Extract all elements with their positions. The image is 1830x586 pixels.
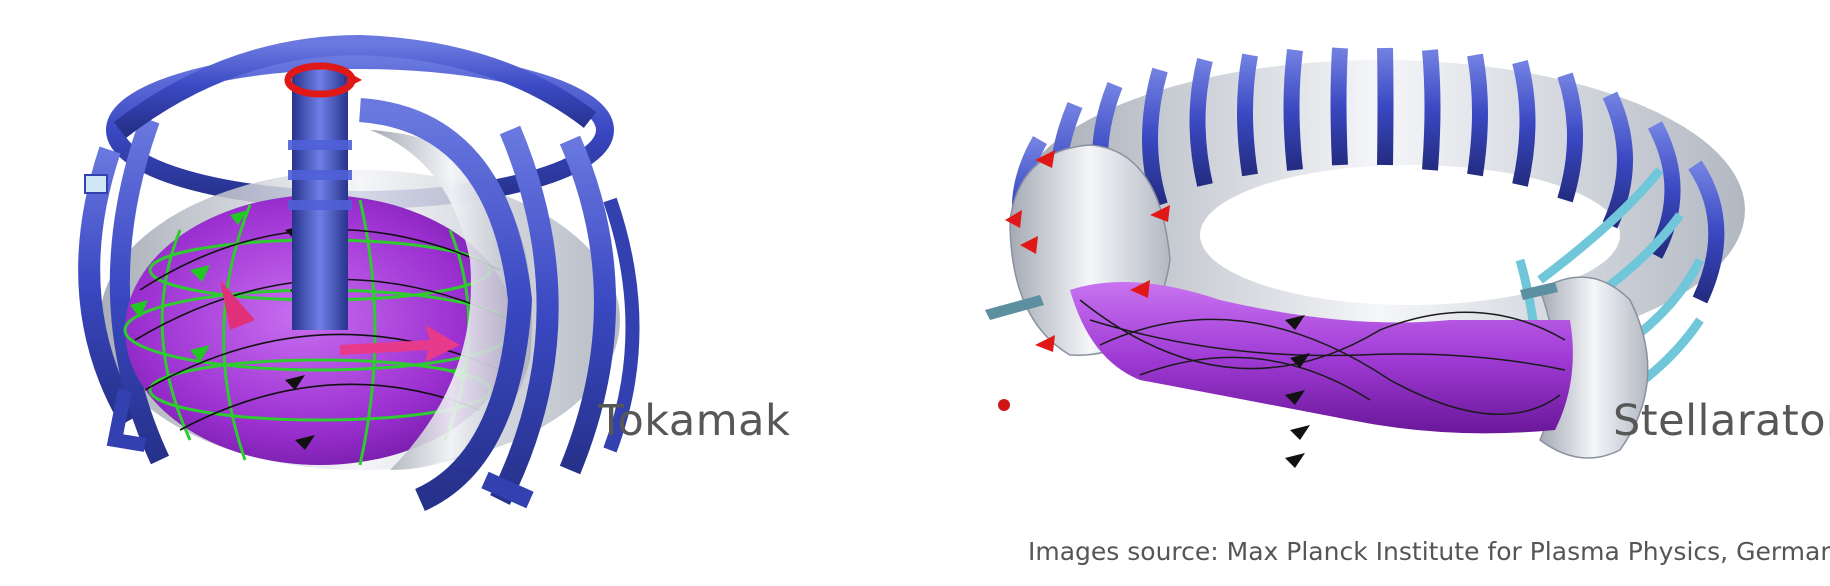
image-source-caption: Images source: Max Planck Institute for … — [1028, 537, 1830, 566]
stellarator-label: Stellarator — [1613, 396, 1830, 446]
tokamak-illustration-icon — [78, 34, 640, 511]
stellarator-figure — [980, 0, 1800, 582]
tokamak-figure — [30, 0, 800, 582]
tokamak-label: Tokamak — [598, 396, 791, 446]
stellarator-illustration-icon — [985, 47, 1745, 468]
